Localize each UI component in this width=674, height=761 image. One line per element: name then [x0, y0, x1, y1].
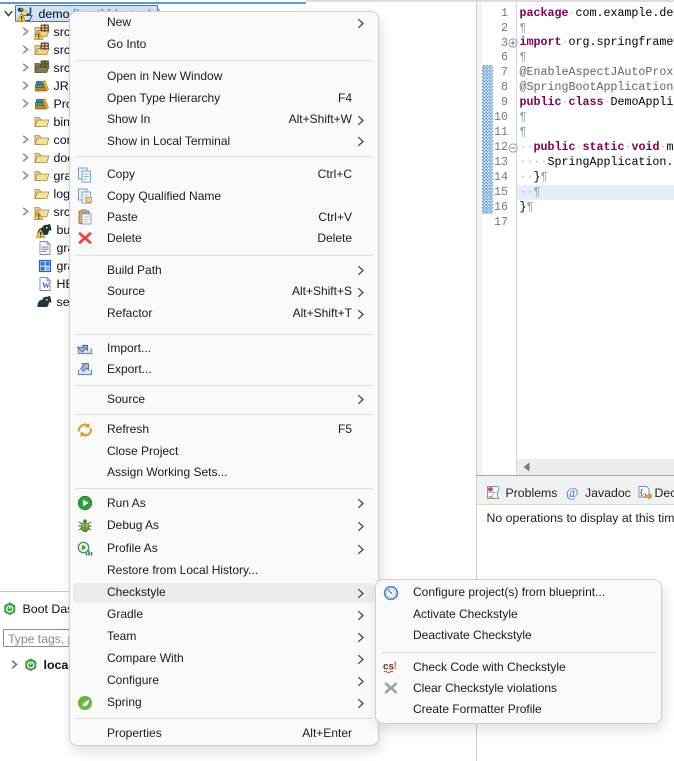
svg-text:W: W	[42, 281, 50, 290]
svg-text:!: !	[394, 660, 398, 672]
